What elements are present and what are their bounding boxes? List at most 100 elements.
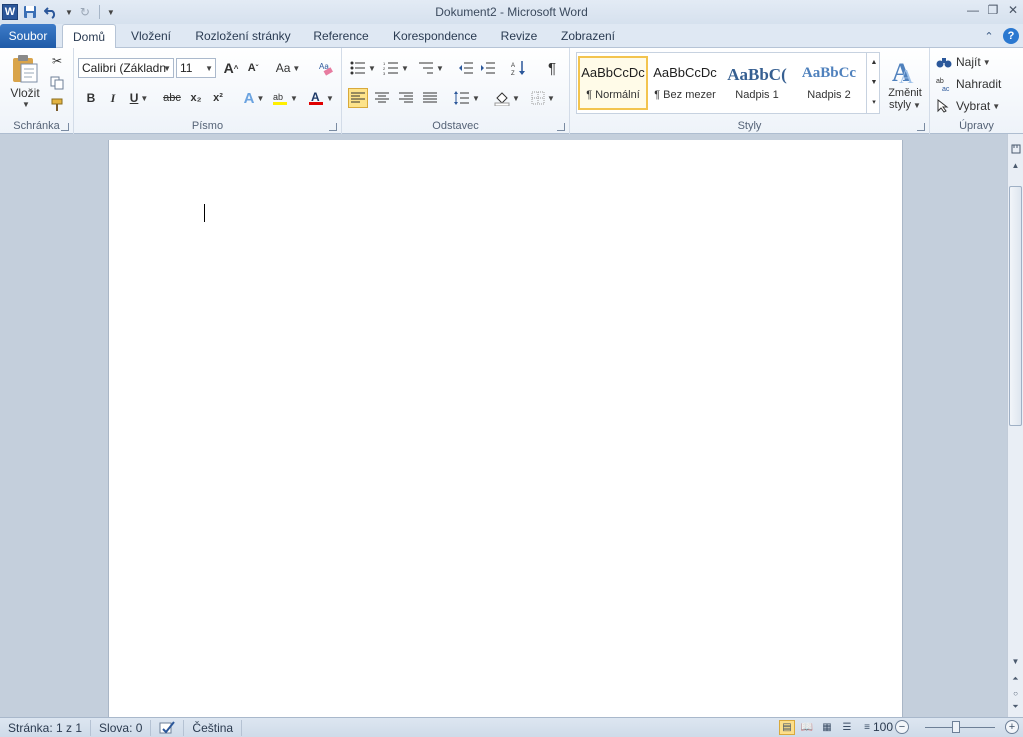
italic-button[interactable]: I: [104, 88, 122, 108]
proofing-icon[interactable]: [151, 719, 185, 736]
shrink-font-button[interactable]: Aˇ: [244, 58, 262, 78]
paste-dropdown-icon[interactable]: ▼: [22, 100, 30, 109]
language-indicator[interactable]: Čeština: [184, 719, 243, 736]
page-count[interactable]: Stránka: 1 z 1: [0, 719, 92, 736]
font-size-combo[interactable]: 11 ▼: [176, 58, 216, 78]
undo-dropdown-icon[interactable]: ▼: [65, 8, 73, 17]
help-icon[interactable]: ?: [1003, 28, 1019, 44]
multilevel-list-button[interactable]: ▼: [416, 58, 446, 78]
tab-file[interactable]: Soubor: [0, 24, 56, 48]
full-screen-reading-icon[interactable]: 📖: [799, 720, 815, 735]
zoom-slider-knob[interactable]: [952, 721, 960, 733]
change-case-icon: Aa: [275, 61, 291, 75]
chevron-down-icon: ▼: [205, 64, 213, 73]
svg-text:ab: ab: [936, 78, 944, 85]
tab-home[interactable]: Domů: [62, 24, 116, 49]
outline-icon[interactable]: ☰: [839, 720, 855, 735]
tab-references[interactable]: Reference: [306, 24, 376, 48]
superscript-button[interactable]: x²: [208, 88, 228, 108]
tab-insert[interactable]: Vložení: [122, 24, 180, 48]
subscript-button[interactable]: x₂: [186, 88, 206, 108]
ruler-toggle-icon[interactable]: [1008, 142, 1023, 156]
save-icon[interactable]: [21, 3, 39, 21]
paste-label: Vložit: [10, 85, 40, 100]
tab-view[interactable]: Zobrazení: [554, 24, 622, 48]
clipboard-launcher-icon[interactable]: [61, 123, 69, 131]
text-effects-button[interactable]: A ▼: [240, 88, 268, 108]
font-name-combo[interactable]: Calibri (Základn ▼: [78, 58, 174, 78]
font-launcher-icon[interactable]: [329, 123, 337, 131]
sort-icon[interactable]: AZ: [508, 58, 530, 78]
undo-icon[interactable]: [42, 3, 60, 21]
gallery-more-icon[interactable]: ▾: [867, 92, 881, 112]
style-normal[interactable]: AaBbCcDc ¶ Normální: [578, 56, 648, 110]
customize-qat-icon[interactable]: ▼: [107, 8, 115, 17]
clear-formatting-icon[interactable]: Aa: [316, 58, 336, 78]
find-button[interactable]: Najít ▼: [936, 52, 1016, 72]
bold-button[interactable]: B: [82, 88, 100, 108]
zoom-in-icon[interactable]: +: [1005, 720, 1019, 734]
web-layout-icon[interactable]: ▦: [819, 720, 835, 735]
text-effects-icon: A: [243, 89, 255, 107]
print-layout-icon[interactable]: ▤: [779, 720, 795, 735]
replace-button[interactable]: ab ac Nahradit: [936, 74, 1016, 94]
font-color-icon: A: [309, 90, 324, 105]
justify-icon[interactable]: [420, 88, 440, 108]
numbering-button[interactable]: 1 2 3 ▼: [380, 58, 412, 78]
next-page-icon[interactable]: ⏷: [1008, 700, 1023, 714]
scroll-thumb[interactable]: [1009, 186, 1022, 426]
close-icon[interactable]: ✕: [1003, 0, 1023, 20]
increase-indent-icon[interactable]: [478, 58, 498, 78]
previous-page-icon[interactable]: ⏶: [1008, 672, 1023, 686]
gallery-up-icon[interactable]: ▲: [867, 52, 881, 72]
paste-button[interactable]: Vložit ▼: [6, 52, 44, 110]
collapse-ribbon-icon[interactable]: ⌃: [981, 28, 997, 44]
browse-object-icon[interactable]: ○: [1008, 686, 1023, 700]
gallery-down-icon[interactable]: ▼: [867, 72, 881, 92]
align-left-icon[interactable]: [348, 88, 368, 108]
scroll-down-icon[interactable]: ▼: [1008, 654, 1023, 668]
style-no-spacing[interactable]: AaBbCcDc ¶ Bez mezer: [650, 56, 720, 110]
document-page[interactable]: [108, 140, 903, 717]
word-count[interactable]: Slova: 0: [91, 719, 152, 736]
decrease-indent-icon[interactable]: [456, 58, 476, 78]
shading-icon: [494, 92, 510, 106]
highlight-button[interactable]: ab ▼: [270, 88, 300, 108]
strikethrough-button[interactable]: abc: [160, 88, 184, 108]
text-cursor: [204, 204, 205, 222]
style-heading-2[interactable]: AaBbCc Nadpis 2: [794, 56, 864, 110]
grow-font-button[interactable]: A ^: [222, 58, 240, 78]
underline-button[interactable]: U ▼: [126, 88, 152, 108]
font-color-button[interactable]: A ▼: [306, 88, 336, 108]
editing-group-label: Úpravy: [959, 120, 994, 132]
change-case-button[interactable]: Aa ▼: [274, 58, 302, 78]
style-heading-1[interactable]: AaBbC( Nadpis 1: [722, 56, 792, 110]
zoom-slider[interactable]: [925, 727, 995, 728]
cut-icon[interactable]: ✂: [48, 52, 66, 70]
align-right-icon[interactable]: [396, 88, 416, 108]
tab-mailings[interactable]: Korespondence: [386, 24, 484, 48]
borders-button[interactable]: ▼: [528, 88, 558, 108]
copy-icon[interactable]: [48, 74, 66, 92]
zoom-out-icon[interactable]: −: [895, 720, 909, 734]
show-formatting-button[interactable]: ¶: [542, 58, 562, 78]
align-center-icon[interactable]: [372, 88, 392, 108]
bullets-button[interactable]: ▼: [348, 58, 378, 78]
change-styles-button[interactable]: AA Změnit styly ▼: [882, 52, 928, 116]
styles-launcher-icon[interactable]: [917, 123, 925, 131]
word-app-icon[interactable]: W: [2, 4, 18, 20]
line-spacing-button[interactable]: ▼: [452, 88, 482, 108]
scroll-up-icon[interactable]: ▲: [1008, 158, 1023, 172]
restore-icon[interactable]: ❐: [983, 0, 1003, 20]
tab-review[interactable]: Revize: [494, 24, 544, 48]
minimize-icon[interactable]: —: [963, 0, 983, 20]
vertical-scrollbar[interactable]: ▲ ▼ ⏶ ○ ⏷: [1007, 134, 1023, 717]
shading-button[interactable]: ▼: [492, 88, 522, 108]
format-painter-icon[interactable]: [48, 96, 66, 114]
paragraph-launcher-icon[interactable]: [557, 123, 565, 131]
group-editing: Najít ▼ ab ac Nahradit Vybrat ▼ Úpravy: [930, 48, 1023, 134]
select-button[interactable]: Vybrat ▼: [936, 96, 1016, 116]
tab-page-layout[interactable]: Rozložení stránky: [190, 24, 296, 48]
redo-icon[interactable]: ↻: [76, 3, 94, 21]
change-styles-label-2-text: styly: [889, 98, 912, 111]
